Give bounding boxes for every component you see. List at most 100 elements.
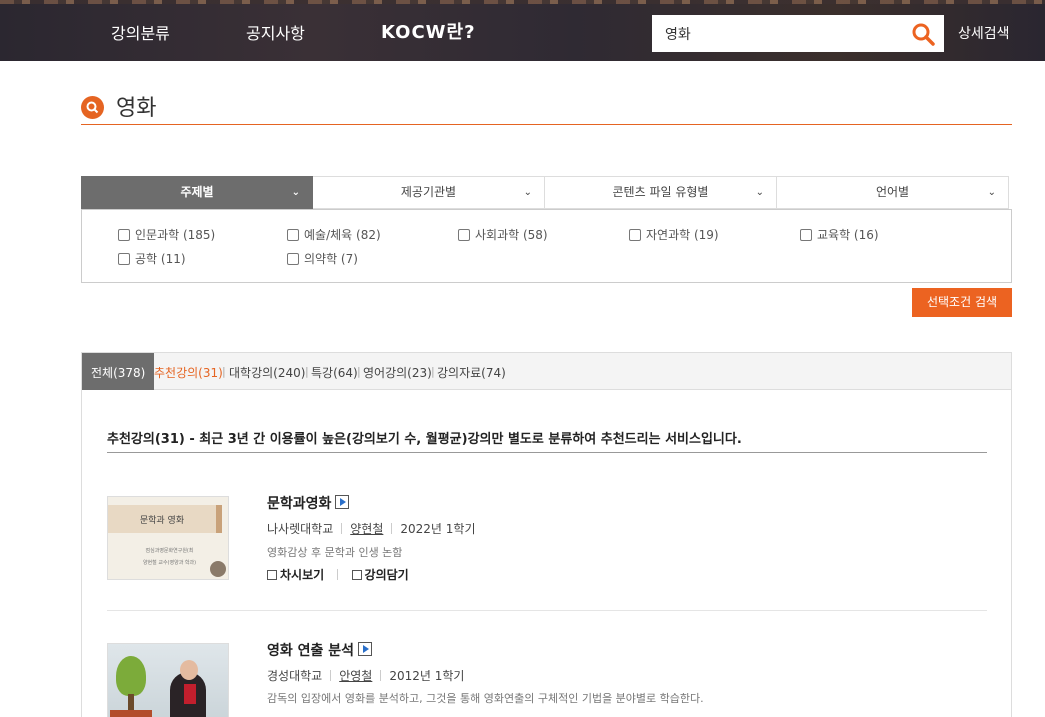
lecture-list-button[interactable]: 차시보기	[267, 568, 324, 582]
checkbox-box[interactable]	[800, 228, 812, 241]
course-professor[interactable]: 양현철	[350, 522, 383, 536]
checkbox-box[interactable]	[118, 228, 130, 241]
tab-all[interactable]: 전체(378)	[82, 353, 155, 390]
course-title[interactable]: 영화 연출 분석	[267, 640, 373, 660]
checkbox-box[interactable]	[287, 228, 299, 241]
list-icon	[267, 570, 277, 580]
meta-divider	[330, 670, 332, 681]
action-label: 차시보기	[280, 568, 325, 582]
save-lecture-button[interactable]: 강의담기	[351, 568, 409, 582]
meta-divider	[380, 670, 382, 681]
search-box	[652, 15, 944, 52]
thumb-scarf	[184, 684, 196, 704]
tab-separator: |	[357, 365, 361, 378]
chevron-down-icon: ⌄	[987, 187, 996, 198]
course-meta: 경성대학교 안영철 2012년 1학기	[267, 667, 464, 684]
filter-tab-label: 언어별	[875, 185, 910, 199]
recommend-notice: 추천강의(31) - 최근 3년 간 이용률이 높은(강의보기 수, 월평균)강…	[107, 428, 987, 453]
checkbox-engineering[interactable]: 공학 (11)	[118, 250, 186, 267]
course-description: 감독의 입장에서 영화를 분석하고, 그것을 통해 영화연출의 구체적인 기법을…	[267, 692, 704, 705]
course-title-text[interactable]: 문학과영화	[267, 496, 331, 512]
course-thumbnail[interactable]: 문학과 영화 점심과영문화연구원(최 양현철 교수(영양과 학과)	[107, 496, 229, 580]
course-actions: 차시보기 강의담기	[267, 566, 409, 583]
meta-divider	[341, 523, 343, 534]
course-item: 영화 연출 분석 경성대학교 안영철 2012년 1학기 감독의 입장에서 영화를 …	[107, 640, 987, 717]
thumb-title: 문학과 영화	[139, 516, 185, 526]
thumb-accent	[216, 505, 222, 533]
chevron-down-icon: ⌄	[755, 187, 764, 198]
checkbox-label: 교육학 (16)	[817, 228, 879, 242]
checkbox-label: 의약학 (7)	[304, 252, 358, 266]
chevron-down-icon: ⌄	[291, 187, 300, 198]
advanced-search-link[interactable]: 상세검색	[958, 23, 1010, 43]
course-description: 영화감상 후 문학과 인생 논함	[267, 546, 403, 559]
tab-separator: |	[222, 365, 226, 378]
filter-tab-subject[interactable]: 주제별 ⌄	[81, 176, 313, 209]
action-divider	[337, 569, 339, 580]
tab-separator: |	[305, 365, 309, 378]
page-title: 영화	[116, 96, 157, 121]
search-badge-icon	[81, 96, 104, 119]
checkbox-medicine[interactable]: 의약학 (7)	[287, 250, 358, 267]
search-icon[interactable]	[910, 21, 936, 47]
search-input[interactable]	[652, 15, 892, 52]
filter-tab-language[interactable]: 언어별 ⌄	[777, 176, 1009, 209]
filter-tab-label: 제공기관별	[400, 185, 457, 199]
course-term: 2022년 1학기	[400, 522, 476, 536]
thumb-tree	[116, 656, 146, 696]
top-header: 강의분류 공지사항 KOCW란? 상세검색	[0, 0, 1045, 61]
filter-tab-institution[interactable]: 제공기관별 ⌄	[313, 176, 545, 209]
thumb-presenter	[210, 561, 226, 577]
chevron-down-icon: ⌄	[523, 187, 532, 198]
filter-tab-label: 콘텐츠 파일 유형별	[612, 185, 709, 199]
filter-tab-filetype[interactable]: 콘텐츠 파일 유형별 ⌄	[545, 176, 777, 209]
page-title-bar: 영화	[81, 88, 1012, 125]
thumb-face	[180, 660, 198, 680]
checkbox-label: 예술/체육 (82)	[304, 228, 381, 242]
video-icon	[335, 495, 350, 509]
checkbox-education[interactable]: 교육학 (16)	[800, 226, 879, 243]
checkbox-label: 인문과학 (185)	[135, 228, 216, 242]
course-thumbnail[interactable]	[107, 643, 229, 717]
thumb-text: 점심과영문화연구원(최	[145, 548, 194, 554]
course-school: 경성대학교	[267, 669, 323, 683]
thumb-books	[110, 710, 152, 717]
checkbox-box[interactable]	[629, 228, 641, 241]
checkbox-label: 공학 (11)	[135, 252, 186, 266]
course-title-text[interactable]: 영화 연출 분석	[267, 643, 354, 659]
tab-recommended[interactable]: 추천강의(31)	[154, 364, 223, 381]
checkbox-natural[interactable]: 자연과학 (19)	[629, 226, 719, 243]
filter-options-panel: 인문과학 (185) 예술/체육 (82) 사회과학 (58) 자연과학 (19…	[81, 209, 1012, 283]
checkbox-label: 사회과학 (58)	[475, 228, 548, 242]
tab-separator: |	[431, 365, 435, 378]
checkbox-box[interactable]	[118, 252, 130, 265]
add-icon	[351, 570, 362, 580]
filter-tabs: 주제별 ⌄ 제공기관별 ⌄ 콘텐츠 파일 유형별 ⌄ 언어별 ⌄	[81, 176, 1009, 209]
checkbox-box[interactable]	[287, 252, 299, 265]
course-title[interactable]: 문학과영화	[267, 493, 350, 513]
header-decor-stripe	[0, 0, 1045, 4]
tab-university[interactable]: 대학강의(240)	[229, 364, 305, 381]
tab-english[interactable]: 영어강의(23)	[363, 364, 432, 381]
nav-category[interactable]: 강의분류	[111, 20, 170, 44]
checkbox-social[interactable]: 사회과학 (58)	[458, 226, 548, 243]
filter-tab-label: 주제별	[180, 185, 214, 199]
course-item: 문학과 영화 점심과영문화연구원(최 양현철 교수(영양과 학과) 문학과영화 …	[107, 493, 987, 611]
result-tabs: 전체(378) 추천강의(31) | 대학강의(240) | 특강(64) | …	[82, 353, 1011, 390]
video-icon	[358, 642, 373, 656]
tab-special[interactable]: 특강(64)	[311, 364, 358, 381]
course-school: 나사렛대학교	[267, 522, 334, 536]
tab-materials[interactable]: 강의자료(74)	[437, 364, 506, 381]
course-divider	[107, 610, 987, 611]
meta-divider	[391, 523, 393, 534]
checkbox-box[interactable]	[458, 228, 470, 241]
thumb-text: 양현철 교수(영양과 학과)	[142, 560, 197, 566]
checkbox-label: 자연과학 (19)	[646, 228, 719, 242]
apply-filter-button[interactable]: 선택조건 검색	[912, 288, 1012, 317]
checkbox-arts[interactable]: 예술/체육 (82)	[287, 226, 381, 243]
course-meta: 나사렛대학교 양현철 2022년 1학기	[267, 520, 475, 537]
checkbox-humanities[interactable]: 인문과학 (185)	[118, 226, 215, 243]
course-professor[interactable]: 안영철	[339, 669, 372, 683]
nav-about-kocw[interactable]: KOCW란?	[381, 18, 476, 44]
nav-notice[interactable]: 공지사항	[246, 20, 305, 44]
